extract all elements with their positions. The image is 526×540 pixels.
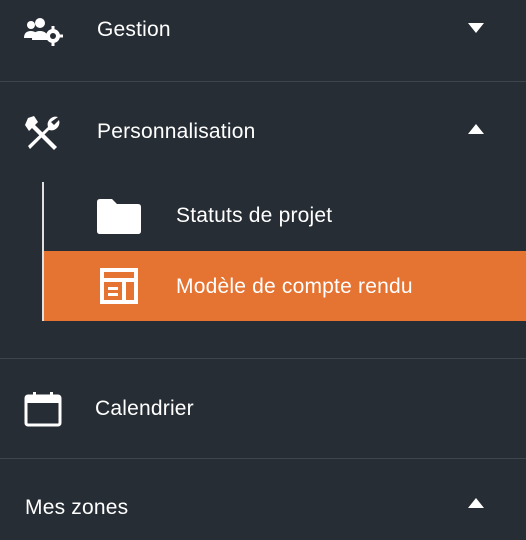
chevron-up-icon[interactable]	[468, 498, 484, 508]
submenu-item-statuts-de-projet[interactable]: Statuts de projet	[44, 182, 526, 250]
chevron-down-icon[interactable]	[468, 23, 484, 33]
menu-item-mes-zones-label: Mes zones	[25, 496, 129, 519]
chevron-up-icon[interactable]	[468, 124, 484, 134]
menu-item-personnalisation[interactable]: Personnalisation	[0, 102, 526, 162]
divider	[0, 458, 526, 459]
menu-item-gestion-label: Gestion	[97, 18, 171, 41]
folder-icon	[96, 198, 142, 234]
sidebar-menu: Gestion Personnalisation Statuts de proj…	[0, 0, 526, 540]
users-gear-icon	[22, 15, 64, 47]
submenu-item-statuts-label: Statuts de projet	[176, 204, 333, 227]
menu-item-calendrier[interactable]: Calendrier	[0, 378, 526, 438]
menu-item-gestion[interactable]: Gestion	[0, 0, 526, 62]
divider	[0, 358, 526, 359]
divider	[0, 81, 526, 82]
menu-item-mes-zones[interactable]: Mes zones	[0, 478, 526, 538]
menu-item-calendrier-label: Calendrier	[95, 397, 194, 420]
report-template-icon	[100, 268, 138, 304]
tools-icon	[24, 114, 62, 152]
calendar-icon	[24, 391, 62, 427]
submenu-item-modele-de-compte-rendu[interactable]: Modèle de compte rendu	[44, 251, 526, 321]
submenu-item-modele-label: Modèle de compte rendu	[176, 275, 413, 298]
menu-item-personnalisation-label: Personnalisation	[97, 120, 256, 143]
